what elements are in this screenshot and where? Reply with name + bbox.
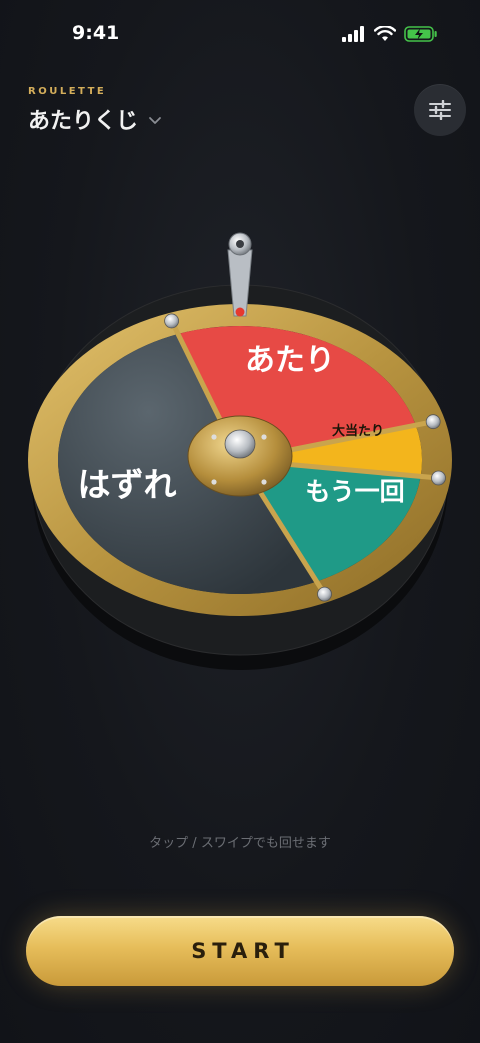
hub-screw — [211, 434, 217, 440]
battery-charging-icon — [404, 26, 437, 42]
status-bar: 9:41 — [0, 0, 480, 60]
wheel-segment-label: 大当たり — [332, 423, 384, 439]
hub-screw — [261, 434, 267, 440]
page-title: あたりくじ — [28, 109, 139, 134]
roulette-wheel[interactable]: あたり大当たりもう一回 はずれ — [0, 220, 480, 700]
start-button[interactable]: START — [26, 916, 454, 986]
signal-icon — [342, 26, 364, 42]
roulette-selector[interactable]: あたりくじ — [28, 103, 162, 135]
header-eyebrow: ROULETTE — [28, 86, 107, 97]
sliders-icon — [429, 100, 451, 120]
status-time: 9:41 — [72, 22, 120, 44]
divider-peg — [431, 470, 446, 486]
wheel-segment-label: あたり — [245, 343, 335, 378]
wheel-segment-label: もう一回 — [305, 477, 404, 506]
wifi-icon — [374, 26, 396, 41]
hub-cap — [224, 429, 256, 459]
divider-peg — [164, 313, 179, 329]
wheel-segment-label: はずれ — [78, 465, 177, 504]
swipe-hint: タップ / スワイプでも回せます — [149, 836, 331, 851]
settings-button[interactable] — [414, 84, 466, 136]
hub-screw — [211, 479, 217, 485]
divider-peg — [317, 586, 332, 602]
chevron-down-icon — [149, 116, 161, 124]
pointer-tip-light — [235, 307, 245, 317]
start-button-label: START — [191, 939, 295, 963]
status-icons — [342, 26, 438, 42]
divider-peg — [425, 414, 441, 430]
header: ROULETTE あたりくじ — [28, 86, 162, 135]
hub-screw — [261, 479, 267, 485]
